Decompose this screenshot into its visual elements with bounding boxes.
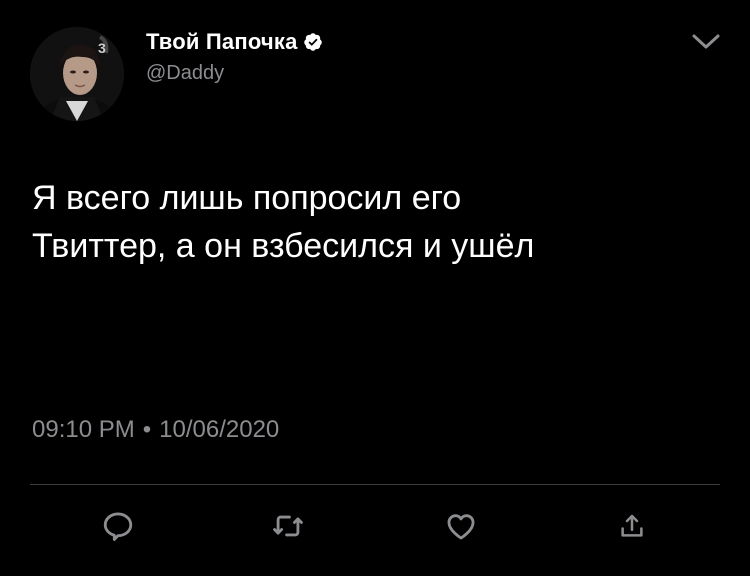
display-name[interactable]: Твой Папочка xyxy=(146,29,298,55)
avatar-photo: 3 xyxy=(30,27,124,121)
like-button[interactable] xyxy=(441,506,481,546)
reply-button[interactable] xyxy=(98,506,138,546)
svg-text:3: 3 xyxy=(98,40,106,56)
verified-badge-icon xyxy=(303,32,323,52)
tweet-timestamp[interactable]: 09:10 PM • 10/06/2020 xyxy=(32,416,279,444)
user-name-row: Твой Папочка xyxy=(146,28,323,56)
retweet-button[interactable] xyxy=(268,506,308,546)
chevron-down-icon[interactable] xyxy=(688,28,724,56)
user-handle[interactable]: @Daddy xyxy=(146,62,224,85)
share-button[interactable] xyxy=(612,506,652,546)
tweet-card: 3 Твой Папочка @Daddy Я всего лишь попро… xyxy=(0,0,750,576)
meta-separator: • xyxy=(142,416,152,443)
tweet-time: 09:10 PM xyxy=(32,416,135,443)
retweet-icon xyxy=(273,515,303,537)
tweet-text-line: Я всего лишь попросил его xyxy=(32,179,462,217)
heart-icon xyxy=(447,514,475,540)
reply-icon xyxy=(103,512,133,541)
tweet-date: 10/06/2020 xyxy=(159,416,280,443)
avatar[interactable]: 3 xyxy=(30,27,124,121)
divider xyxy=(30,484,720,485)
share-icon xyxy=(621,514,643,537)
tweet-text-line: Твиттер, а он взбесился и ушёл xyxy=(32,227,535,265)
tweet-text: Я всего лишь попросил его Твиттер, а он … xyxy=(32,174,722,270)
action-bar xyxy=(0,506,750,550)
